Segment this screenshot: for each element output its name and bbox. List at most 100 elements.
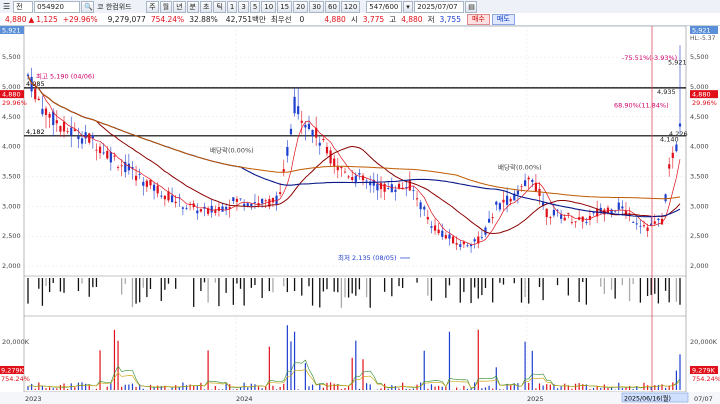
- menu-icon[interactable]: ☰: [1, 2, 12, 12]
- candle-body: [376, 183, 379, 191]
- period-button-1[interactable]: 1: [226, 0, 238, 13]
- candle-body: [351, 177, 354, 180]
- candle-body: [239, 198, 242, 200]
- candle-body: [444, 235, 447, 239]
- change-percent: +29.96%: [62, 14, 98, 24]
- candle-body: [264, 200, 267, 202]
- calendar-icon[interactable]: ▤: [465, 0, 478, 13]
- volume-pct-left: 754.24%: [1, 375, 30, 383]
- left-top-tag-text: 5,921: [2, 27, 21, 35]
- market-select[interactable]: 전: [13, 0, 34, 13]
- search-icon[interactable]: 🔍: [81, 0, 95, 13]
- candle-body: [455, 243, 458, 245]
- candle-body: [480, 237, 483, 239]
- x-label-2024: 2024: [236, 395, 253, 403]
- candle-body: [145, 180, 148, 187]
- counter-spinner[interactable]: ▾: [403, 0, 414, 13]
- period-button-분[interactable]: 분: [186, 0, 199, 13]
- candle-body: [304, 124, 307, 128]
- candle-body: [102, 152, 105, 154]
- candle-body: [592, 212, 595, 214]
- candle-body: [552, 209, 556, 216]
- stock-code-input[interactable]: 054920: [34, 0, 81, 13]
- candle-body: [527, 177, 530, 180]
- candle-body: [170, 195, 174, 203]
- candle-body: [311, 129, 314, 136]
- right-axis-label: 5,500: [690, 53, 709, 61]
- candle-body: [390, 184, 393, 193]
- candle-body: [325, 146, 329, 154]
- candle-body: [297, 106, 300, 115]
- sell-button[interactable]: 매도: [491, 13, 515, 25]
- candle-body: [243, 203, 246, 207]
- period-button-120[interactable]: 120: [340, 0, 361, 13]
- right-axis-sub: HL:-5.37: [690, 35, 716, 42]
- candle-body: [437, 229, 440, 234]
- quote-bar: 4,880 ▲ 1,125 +29.96% 9,279,077 754.24% …: [0, 13, 720, 26]
- candle-body: [329, 150, 332, 164]
- counter-field[interactable]: 547/600: [366, 0, 403, 13]
- left-axis-label: 3,500: [2, 173, 21, 181]
- candle-body: [653, 221, 656, 224]
- candle-body: [549, 217, 552, 219]
- candle-body: [336, 166, 339, 171]
- period-button-틱[interactable]: 틱: [213, 0, 226, 13]
- candle-body: [250, 203, 253, 207]
- period-button-30[interactable]: 30: [309, 0, 324, 13]
- candle-body: [473, 239, 476, 242]
- candle-body: [498, 203, 501, 210]
- stock-chart[interactable]: 5,5005,0004,5004,0003,5003,0002,5002,000…: [0, 26, 720, 404]
- low-annotation: 최저 2,135 (08/05): [338, 253, 397, 262]
- right-axis-label: 3,500: [690, 173, 709, 181]
- candle-body: [66, 130, 69, 132]
- candle-body: [286, 146, 289, 156]
- candle-body: [635, 223, 638, 225]
- left-axis-label: 5,500: [2, 53, 21, 61]
- candle-body: [160, 195, 163, 197]
- candle-body: [225, 206, 228, 210]
- mid-annotation-3: 4,140: [660, 135, 679, 143]
- candle-body: [307, 123, 311, 130]
- candle-body: [567, 213, 570, 215]
- period-button-20[interactable]: 20: [293, 0, 309, 13]
- candle-body: [642, 225, 646, 227]
- period-button-초[interactable]: 초: [199, 0, 213, 13]
- high-label: 고: [389, 14, 397, 24]
- candle-body: [95, 149, 98, 151]
- candle-body: [181, 207, 184, 209]
- low-label: 저: [427, 14, 435, 24]
- period-button-월[interactable]: 월: [159, 0, 173, 13]
- candle-body: [354, 175, 357, 182]
- candle-body: [419, 202, 422, 210]
- candle-body: [347, 176, 350, 178]
- period-button-주[interactable]: 주: [146, 0, 159, 13]
- candle-body: [98, 146, 102, 154]
- candle-body: [210, 205, 213, 213]
- candle-body: [451, 236, 455, 244]
- candle-body: [80, 138, 84, 144]
- reference-line-label: 4,182: [26, 128, 45, 136]
- candle-body: [333, 158, 336, 166]
- candle-body: [387, 188, 390, 189]
- price-change: 1,125: [36, 14, 58, 24]
- period-button-3[interactable]: 3: [238, 0, 249, 13]
- percent-annotation-2: 68.90%(11.84%): [614, 101, 669, 109]
- candle-body: [441, 230, 444, 237]
- date-field[interactable]: 2025/07/07: [414, 0, 465, 13]
- right-axis-label: 4,500: [690, 113, 709, 121]
- period-button-15[interactable]: 15: [277, 0, 293, 13]
- candle-body: [275, 195, 278, 205]
- period-button-5[interactable]: 5: [249, 0, 261, 13]
- period-button-10[interactable]: 10: [261, 0, 277, 13]
- candle-body: [657, 218, 660, 221]
- period-button-60[interactable]: 60: [324, 0, 340, 13]
- candle-body: [520, 186, 523, 188]
- candle-body: [73, 129, 76, 132]
- buy-button[interactable]: 매수: [466, 13, 490, 25]
- period-button-년[interactable]: 년: [173, 0, 186, 13]
- date-cursor-text: 2025/06/16(월): [624, 394, 671, 403]
- candle-body: [214, 209, 217, 213]
- candle-body: [300, 120, 303, 123]
- market-prefix: 코: [97, 2, 104, 11]
- candle-body: [70, 127, 73, 136]
